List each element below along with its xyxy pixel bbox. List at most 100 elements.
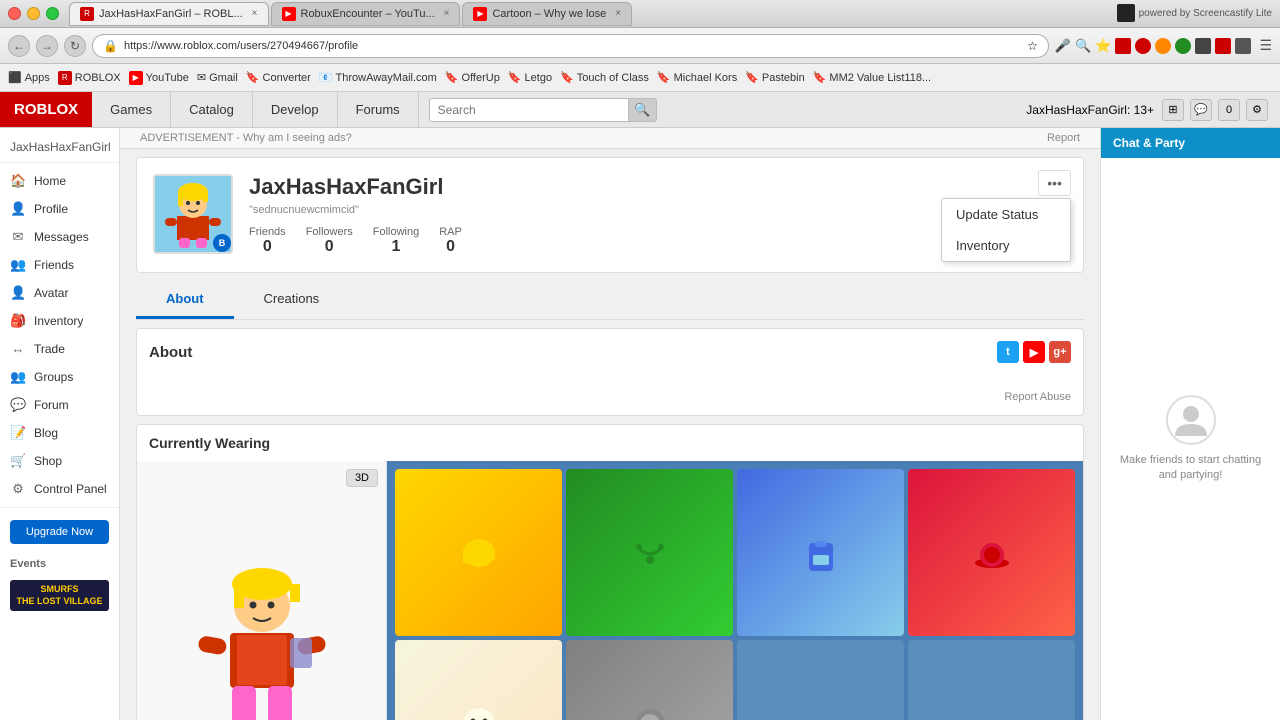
wearing-3d-button[interactable]: 3D — [346, 469, 378, 487]
sidebar-item-shop[interactable]: 🛒 Shop — [0, 447, 119, 475]
blog-icon: 📝 — [10, 425, 26, 441]
stat-followers-value: 0 — [306, 238, 353, 256]
avatar-badge: B — [213, 234, 231, 252]
wearing-item-necklace[interactable] — [566, 469, 733, 636]
minimize-window-button[interactable] — [27, 7, 40, 20]
roblox-search-input[interactable] — [429, 98, 629, 122]
sidebar-label-blog: Blog — [34, 426, 58, 440]
nav-forums[interactable]: Forums — [338, 92, 419, 128]
tab-cartoon[interactable]: ▶ Cartoon – Why we lose × — [462, 2, 632, 26]
window-controls — [8, 7, 59, 20]
stat-following: Following 1 — [373, 226, 419, 256]
events-label: Events — [0, 552, 119, 576]
roblox-chat-icon[interactable]: 💬 — [1190, 99, 1212, 121]
tab-roblox-profile[interactable]: R JaxHasHaxFanGirl – ROBL... × — [69, 2, 269, 26]
roblox-gear-icon[interactable]: ⚙ — [1246, 99, 1268, 121]
sidebar-label-messages: Messages — [34, 230, 89, 244]
back-button[interactable]: ← — [8, 35, 30, 57]
sidebar-item-messages[interactable]: ✉ Messages — [0, 223, 119, 251]
address-bar[interactable]: 🔒 https://www.roblox.com/users/270494667… — [92, 34, 1049, 58]
dropdown-inventory[interactable]: Inventory — [942, 230, 1070, 261]
bookmark-pastebin[interactable]: 🔖 Pastebin — [745, 71, 805, 84]
refresh-button[interactable]: ↻ — [64, 35, 86, 57]
converter-icon: 🔖 — [246, 71, 260, 84]
wearing-item-helmet[interactable] — [566, 640, 733, 720]
upgrade-button[interactable]: Upgrade Now — [10, 520, 109, 544]
bookmark-throwaway[interactable]: 📧 ThrowAwayMail.com — [319, 71, 437, 84]
wearing-item-hair[interactable] — [395, 469, 562, 636]
hat-item-svg — [972, 533, 1012, 573]
chat-panel-header[interactable]: Chat & Party — [1101, 128, 1280, 158]
wearing-item-face[interactable] — [395, 640, 562, 720]
smurfs-banner[interactable]: SMURFS THE LOST VILLAGE — [10, 580, 109, 611]
sidebar-item-trade[interactable]: ↔ Trade — [0, 335, 119, 363]
wearing-item-hat[interactable] — [908, 469, 1075, 636]
twitter-icon[interactable]: t — [997, 341, 1019, 363]
wearing-item-backpack[interactable] — [737, 469, 904, 636]
forum-icon: 💬 — [10, 397, 26, 413]
sidebar-item-inventory[interactable]: 🎒 Inventory — [0, 307, 119, 335]
profile-more-button[interactable]: ••• — [1038, 170, 1071, 196]
bookmark-touchofclass[interactable]: 🔖 Touch of Class — [560, 71, 649, 84]
star-icon[interactable]: ☆ — [1027, 39, 1038, 53]
sidebar-item-forum[interactable]: 💬 Forum — [0, 391, 119, 419]
bookmark-letgo[interactable]: 🔖 Letgo — [508, 71, 552, 84]
wearing-section: Currently Wearing 3D — [136, 424, 1084, 720]
report-abuse-link[interactable]: Report Abuse — [149, 391, 1071, 403]
bookmark-youtube[interactable]: ▶ YouTube — [129, 71, 189, 85]
sidebar-item-blog[interactable]: 📝 Blog — [0, 419, 119, 447]
roblox-grid-icon[interactable]: ⊞ — [1162, 99, 1184, 121]
bookmark-offerup[interactable]: 🔖 OfferUp — [445, 71, 500, 84]
tab-close-cartoon[interactable]: × — [615, 8, 621, 19]
bookmark-roblox-label: ROBLOX — [75, 72, 121, 84]
bookmark-apps[interactable]: ⬛ Apps — [8, 71, 50, 84]
tab-close-youtube[interactable]: × — [444, 8, 450, 19]
youtube-social-icon[interactable]: ▶ — [1023, 341, 1045, 363]
sidebar-item-avatar[interactable]: 👤 Avatar — [0, 279, 119, 307]
chat-panel-body: Make friends to start chatting and party… — [1101, 158, 1280, 720]
stat-friends: Friends 0 — [249, 226, 286, 256]
bookmark-youtube-label: YouTube — [146, 72, 189, 84]
tab-about[interactable]: About — [136, 281, 234, 319]
bookmark-roblox[interactable]: R ROBLOX — [58, 71, 121, 85]
tab-label-roblox: JaxHasHaxFanGirl – ROBL... — [99, 8, 243, 20]
nav-develop[interactable]: Develop — [253, 92, 338, 128]
bookmark-mm2[interactable]: 🔖 MM2 Value List118... — [813, 71, 931, 84]
ad-text: ADVERTISEMENT - Why am I seeing ads? — [140, 132, 352, 144]
roblox-search-button[interactable]: 🔍 — [629, 98, 657, 122]
stat-rap-value: 0 — [439, 238, 462, 256]
sidebar-item-profile[interactable]: 👤 Profile — [0, 195, 119, 223]
gplus-icon[interactable]: g+ — [1049, 341, 1071, 363]
sidebar-item-home[interactable]: 🏠 Home — [0, 167, 119, 195]
sidebar-item-groups[interactable]: 👥 Groups — [0, 363, 119, 391]
forward-button[interactable]: → — [36, 35, 58, 57]
wearing-body: 3D — [137, 461, 1083, 720]
friends-icon: 👥 — [10, 257, 26, 273]
sidebar-item-control-panel[interactable]: ⚙ Control Panel — [0, 475, 119, 503]
sidebar-item-friends[interactable]: 👥 Friends — [0, 251, 119, 279]
mic-icon: 🎤 — [1055, 38, 1071, 54]
roblox-notifications-icon[interactable]: 0 — [1218, 99, 1240, 121]
bookmark-michaelkors[interactable]: 🔖 Michael Kors — [657, 71, 737, 84]
ext-icon-1 — [1115, 38, 1131, 54]
sidebar: JaxHasHaxFanGirl 🏠 Home 👤 Profile ✉ Mess… — [0, 128, 120, 720]
bookmark-gmail[interactable]: ✉ Gmail — [197, 71, 238, 84]
close-window-button[interactable] — [8, 7, 21, 20]
sidebar-label-avatar: Avatar — [34, 286, 68, 300]
tab-creations[interactable]: Creations — [234, 281, 350, 319]
menu-icon[interactable]: ☰ — [1259, 37, 1272, 54]
dropdown-update-status[interactable]: Update Status — [942, 199, 1070, 230]
sidebar-label-trade: Trade — [34, 342, 65, 356]
nav-catalog[interactable]: Catalog — [171, 92, 253, 128]
report-ad-link[interactable]: Report — [1047, 132, 1080, 144]
profile-tabs: About Creations — [136, 281, 1084, 320]
screencastify-label: powered by Screencastify Lite — [1139, 8, 1272, 19]
bookmark-converter[interactable]: 🔖 Converter — [246, 71, 311, 84]
nav-games[interactable]: Games — [92, 92, 171, 128]
tab-close-roblox[interactable]: × — [252, 8, 258, 19]
sidebar-label-forum: Forum — [34, 398, 69, 412]
roblox-logo[interactable]: ROBLOX — [0, 92, 92, 127]
tab-youtube-robux[interactable]: ▶ RobuxEncounter – YouTu... × — [271, 2, 461, 26]
maximize-window-button[interactable] — [46, 7, 59, 20]
ext-icon-4 — [1175, 38, 1191, 54]
